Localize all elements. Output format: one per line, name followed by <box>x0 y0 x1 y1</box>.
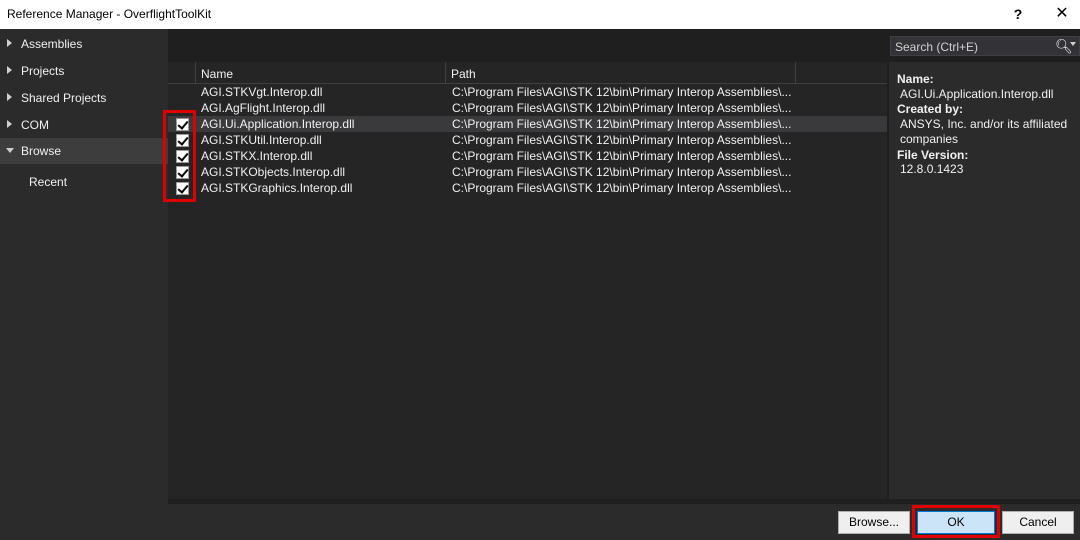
sidebar-item-label: COM <box>21 118 49 132</box>
row-path: C:\Program Files\AGI\STK 12\bin\Primary … <box>452 101 792 115</box>
list-header: Name Path <box>168 62 887 84</box>
window-title: Reference Manager - OverflightToolKit <box>7 7 212 21</box>
sidebar-item-label: Shared Projects <box>21 91 107 105</box>
row-path: C:\Program Files\AGI\STK 12\bin\Primary … <box>452 149 792 163</box>
search-input[interactable]: Search (Ctrl+E) <box>895 40 978 54</box>
sidebar-item-label: Recent <box>29 175 68 189</box>
row-name: AGI.STKUtil.Interop.dll <box>201 133 322 147</box>
checkbox-column-header[interactable] <box>168 62 196 84</box>
sidebar-item-label: Browse <box>21 144 62 158</box>
row-path: C:\Program Files\AGI\STK 12\bin\Primary … <box>452 181 792 195</box>
sidebar-item-com[interactable]: COM <box>0 112 168 138</box>
browse-button[interactable]: Browse... <box>838 511 910 534</box>
table-row[interactable]: AGI.STKX.Interop.dll C:\Program Files\AG… <box>168 148 887 164</box>
expand-arrow-icon <box>7 120 12 128</box>
search-icon[interactable]: 🔍︎ <box>1055 38 1073 55</box>
expand-arrow-icon <box>7 66 12 74</box>
ok-highlight-box <box>912 505 1000 538</box>
close-button[interactable]: ✕ <box>1042 0 1080 29</box>
detail-name-label: Name: <box>897 72 934 86</box>
details-panel: Name: AGI.Ui.Application.Interop.dll Cre… <box>889 62 1080 499</box>
detail-created-value: ANSYS, Inc. and/or its affiliated compan… <box>900 117 1068 146</box>
row-path: C:\Program Files\AGI\STK 12\bin\Primary … <box>452 133 792 147</box>
sidebar-item-label: Assemblies <box>21 37 83 51</box>
row-path: C:\Program Files\AGI\STK 12\bin\Primary … <box>452 85 792 99</box>
row-name: AGI.Ui.Application.Interop.dll <box>201 117 355 131</box>
detail-version-value: 12.8.0.1423 <box>900 162 964 176</box>
help-button[interactable]: ? <box>998 0 1038 29</box>
row-path: C:\Program Files\AGI\STK 12\bin\Primary … <box>452 117 792 131</box>
sidebar-item-projects[interactable]: Projects <box>0 58 168 84</box>
sidebar-item-recent[interactable]: Recent <box>0 169 168 195</box>
table-row[interactable]: AGI.STKVgt.Interop.dll C:\Program Files\… <box>168 84 887 100</box>
collapse-arrow-icon <box>6 148 14 153</box>
table-row[interactable]: AGI.STKUtil.Interop.dll C:\Program Files… <box>168 132 887 148</box>
expand-arrow-icon <box>7 93 12 101</box>
table-row[interactable]: AGI.STKObjects.Interop.dll C:\Program Fi… <box>168 164 887 180</box>
reference-list: Name Path AGI.STKVgt.Interop.dll C:\Prog… <box>168 62 887 499</box>
sidebar-item-browse[interactable]: Browse <box>0 138 168 164</box>
sidebar-item-shared-projects[interactable]: Shared Projects <box>0 85 168 111</box>
detail-name-value: AGI.Ui.Application.Interop.dll <box>900 87 1054 101</box>
table-row[interactable]: AGI.STKGraphics.Interop.dll C:\Program F… <box>168 180 887 196</box>
title-bar: Reference Manager - OverflightToolKit ? … <box>0 0 1080 29</box>
row-name: AGI.STKVgt.Interop.dll <box>201 85 323 99</box>
sidebar-item-label: Projects <box>21 64 65 78</box>
table-row[interactable]: AGI.Ui.Application.Interop.dll C:\Progra… <box>168 116 887 132</box>
row-name: AGI.AgFlight.Interop.dll <box>201 101 326 115</box>
cancel-button[interactable]: Cancel <box>1002 511 1074 534</box>
detail-version-label: File Version: <box>897 148 969 162</box>
column-header-path[interactable]: Path <box>446 62 796 84</box>
row-name: AGI.STKX.Interop.dll <box>201 149 313 163</box>
expand-arrow-icon <box>7 39 12 47</box>
row-name: AGI.STKObjects.Interop.dll <box>201 165 346 179</box>
checkbox-highlight-box <box>163 110 196 202</box>
row-name: AGI.STKGraphics.Interop.dll <box>201 181 353 195</box>
column-header-name[interactable]: Name <box>196 62 446 84</box>
search-box[interactable]: Search (Ctrl+E) 🔍︎ <box>890 36 1080 56</box>
table-row[interactable]: AGI.AgFlight.Interop.dll C:\Program File… <box>168 100 887 116</box>
search-dropdown-icon[interactable] <box>1070 42 1076 46</box>
sidebar: Assemblies Projects Shared Projects COM … <box>0 29 168 504</box>
row-path: C:\Program Files\AGI\STK 12\bin\Primary … <box>452 165 792 179</box>
detail-created-label: Created by: <box>897 102 964 116</box>
sidebar-item-assemblies[interactable]: Assemblies <box>0 31 168 57</box>
